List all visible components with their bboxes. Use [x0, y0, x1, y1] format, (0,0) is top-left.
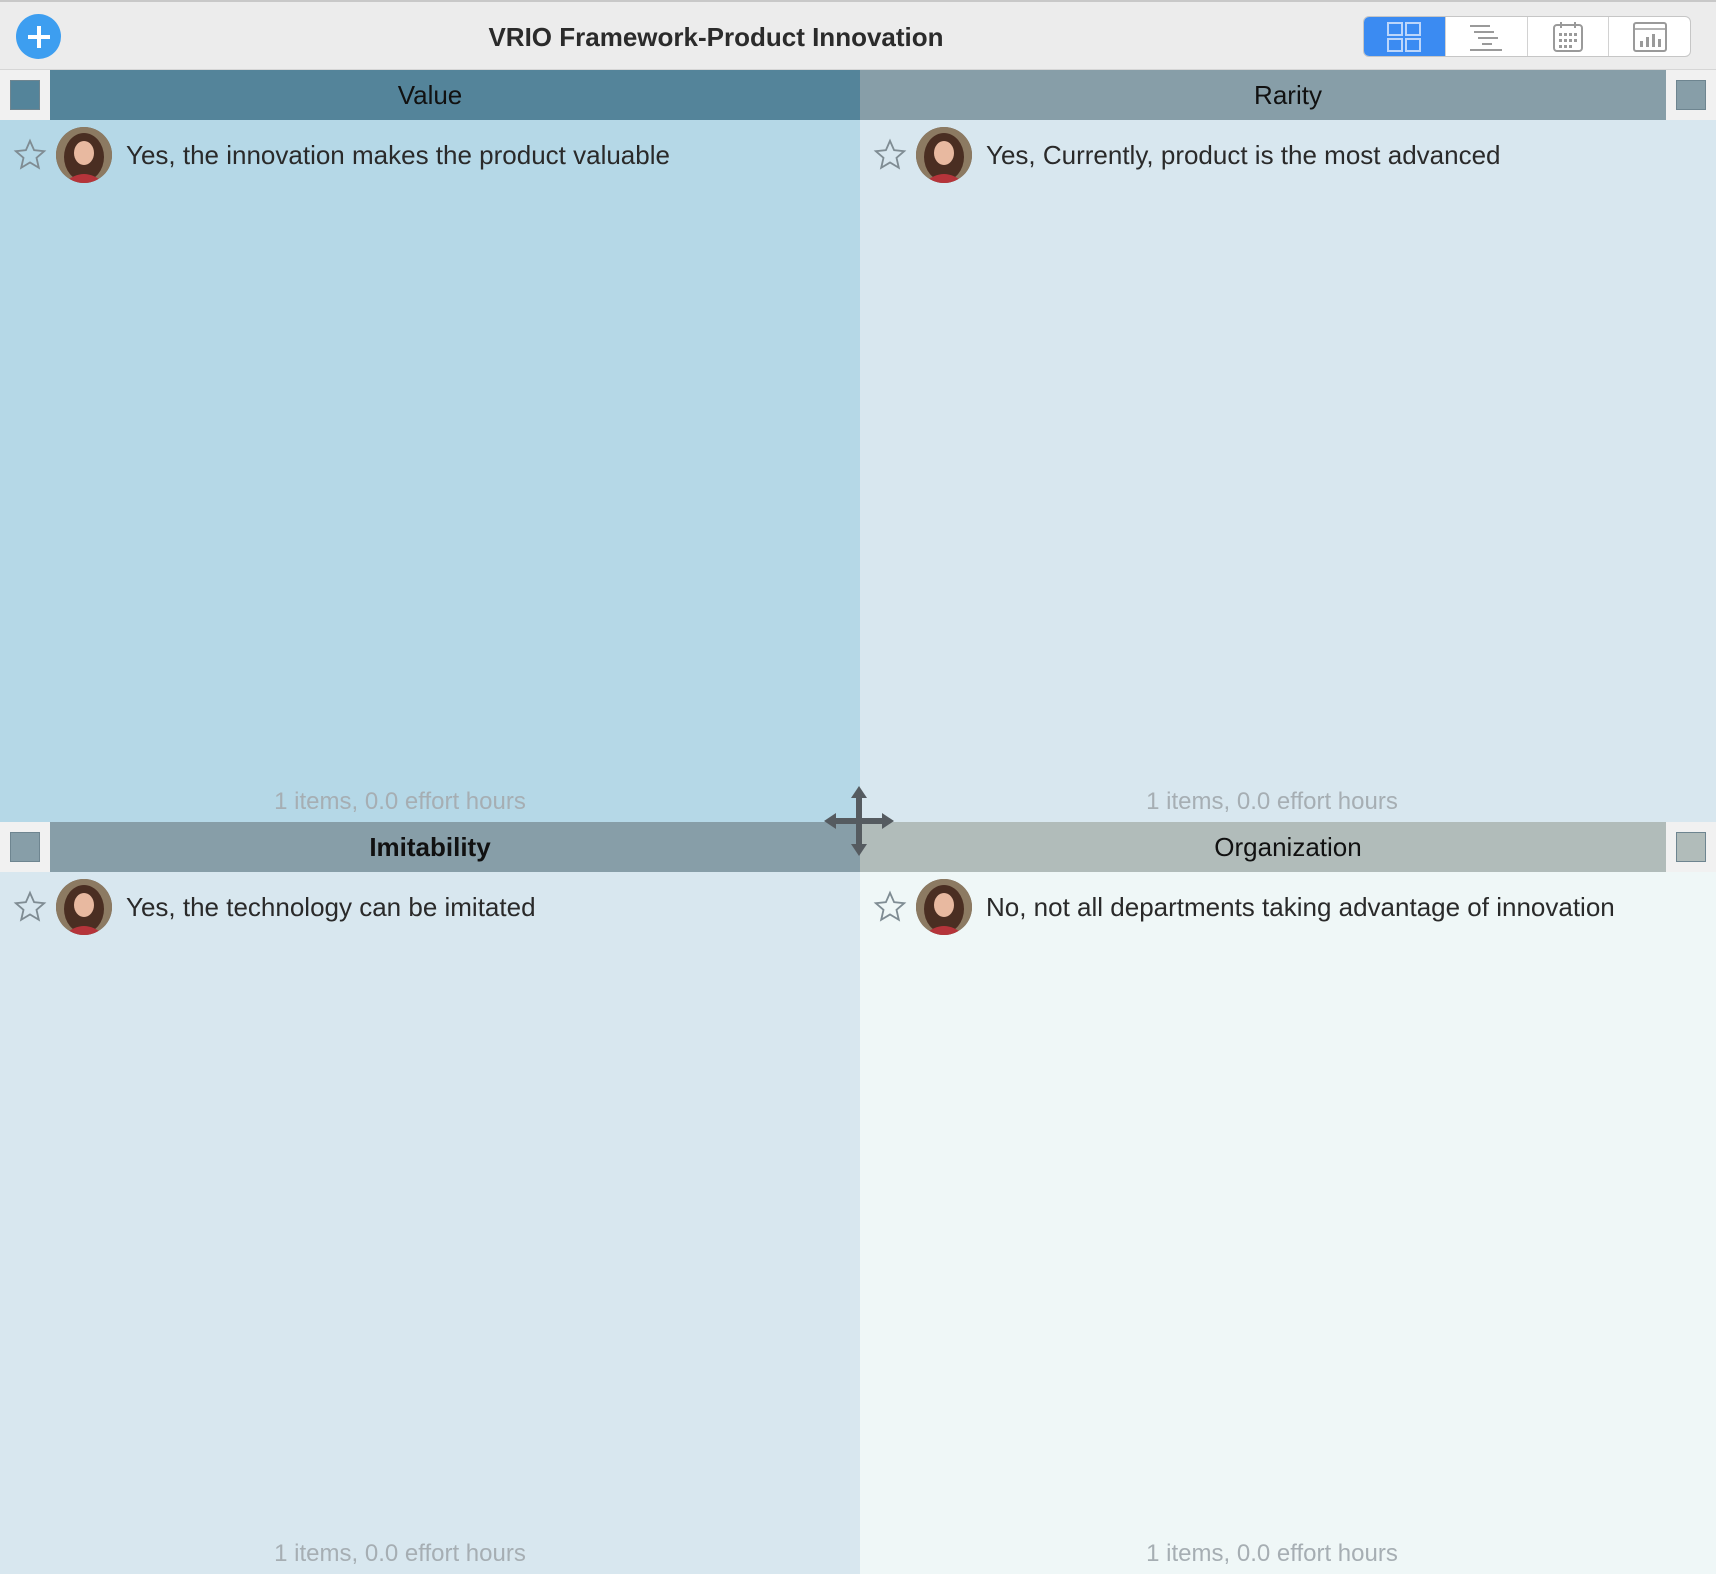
avatar — [56, 127, 112, 183]
avatar — [916, 127, 972, 183]
quadrant-title-organization: Organization — [1214, 831, 1362, 862]
report-view-button[interactable] — [1608, 17, 1690, 56]
move-handle-icon[interactable] — [822, 784, 896, 858]
quadrant-imitability[interactable]: Imitability Yes, the technology can be i… — [0, 822, 860, 1574]
calendar-icon — [1552, 21, 1583, 52]
item-text: Yes, Currently, product is the most adva… — [986, 139, 1501, 170]
quadrant-header-imitability[interactable]: Imitability — [0, 822, 860, 872]
quadrant-value[interactable]: Value Yes, the innovation makes the prod… — [0, 70, 860, 822]
list-item[interactable]: Yes, Currently, product is the most adva… — [872, 125, 1704, 185]
quadrant-select-checkbox-value[interactable] — [0, 70, 50, 120]
item-text: Yes, the technology can be imitated — [126, 891, 536, 922]
window-title: VRIO Framework-Product Innovation — [488, 22, 944, 52]
outline-list-icon — [1470, 24, 1503, 51]
quadrant-title-imitability: Imitability — [369, 831, 491, 862]
list-item[interactable]: No, not all departments taking advantage… — [872, 877, 1704, 937]
quadrant-title-value: Value — [397, 79, 463, 110]
star-icon[interactable] — [12, 889, 48, 925]
view-switcher — [1363, 16, 1691, 57]
quadrant-footer-value: 1 items, 0.0 effort hours — [274, 788, 526, 815]
quadrant-select-checkbox-organization[interactable] — [1666, 822, 1716, 872]
quadrant-footer-organization: 1 items, 0.0 effort hours — [1146, 1540, 1398, 1567]
calendar-view-button[interactable] — [1526, 17, 1609, 56]
star-icon[interactable] — [12, 137, 48, 173]
item-text: No, not all departments taking advantage… — [986, 891, 1615, 922]
star-icon[interactable] — [872, 137, 908, 173]
quadrant-header-value[interactable]: Value — [0, 70, 860, 120]
grid-icon — [1387, 21, 1422, 52]
quadrant-title-rarity: Rarity — [1254, 79, 1322, 110]
quadrant-header-organization[interactable]: Organization — [860, 822, 1716, 872]
list-item[interactable]: Yes, the technology can be imitated — [12, 877, 848, 937]
item-text: Yes, the innovation makes the product va… — [126, 139, 670, 170]
title-bar: VRIO Framework-Product Innovation — [0, 0, 1716, 70]
quadrant-rarity[interactable]: Rarity Yes, Currently, product is the mo… — [860, 70, 1716, 822]
quadrant-organization[interactable]: Organization No, not all departments tak… — [860, 822, 1716, 1574]
outline-view-button[interactable] — [1444, 17, 1527, 56]
list-item[interactable]: Yes, the innovation makes the product va… — [12, 125, 848, 185]
quadrant-select-checkbox-rarity[interactable] — [1666, 70, 1716, 120]
quadrant-select-checkbox-imitability[interactable] — [0, 822, 50, 872]
matrix-view-button[interactable] — [1364, 17, 1445, 56]
avatar — [916, 879, 972, 935]
star-icon[interactable] — [872, 889, 908, 925]
quadrant-footer-rarity: 1 items, 0.0 effort hours — [1146, 788, 1398, 815]
quadrant-footer-imitability: 1 items, 0.0 effort hours — [274, 1540, 526, 1567]
bar-chart-icon — [1632, 21, 1667, 52]
quadrant-header-rarity[interactable]: Rarity — [860, 70, 1716, 120]
avatar — [56, 879, 112, 935]
